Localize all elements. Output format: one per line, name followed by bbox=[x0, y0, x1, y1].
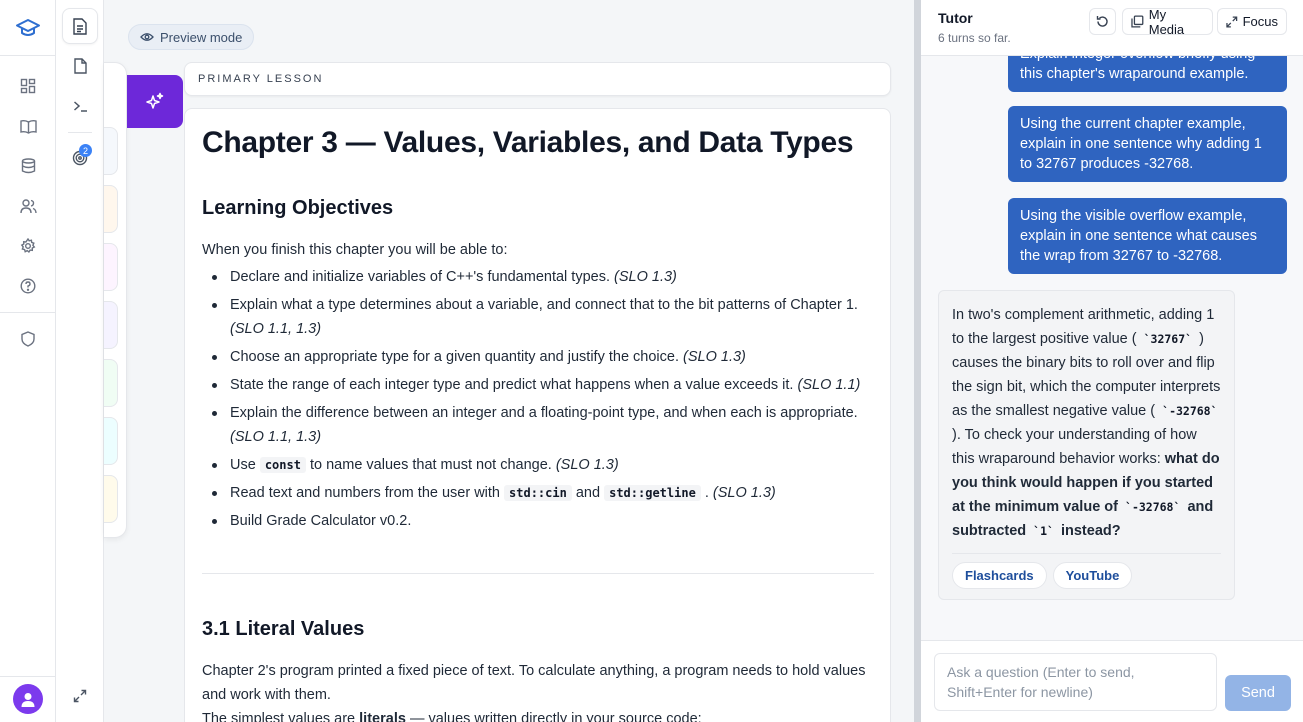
shield-icon[interactable] bbox=[14, 325, 42, 353]
graduation-cap-logo-icon[interactable] bbox=[0, 0, 56, 56]
settings-gear-icon[interactable] bbox=[14, 232, 42, 260]
list-item: Explain what a type determines about a v… bbox=[202, 293, 874, 341]
panel-resize-handle[interactable] bbox=[914, 0, 921, 722]
assistant-message: In two's complement arithmetic, adding 1… bbox=[938, 290, 1235, 600]
eye-icon bbox=[140, 33, 154, 41]
sparkle-icon bbox=[146, 92, 164, 109]
list-item: Use const to name values that must not c… bbox=[202, 453, 874, 477]
list-item: Explain the difference between an intege… bbox=[202, 401, 874, 449]
section-divider bbox=[202, 573, 874, 574]
preview-mode-label: Preview mode bbox=[160, 29, 243, 45]
media-icon bbox=[1131, 15, 1144, 28]
dashboard-icon[interactable] bbox=[14, 72, 42, 100]
terminal-icon[interactable] bbox=[62, 88, 98, 124]
chat-thread: Explain integer overflow briefly using t… bbox=[921, 56, 1303, 640]
my-media-button[interactable]: My Media bbox=[1122, 6, 1213, 37]
objectives-heading: Learning Objectives bbox=[202, 197, 394, 219]
user-message: Explain integer overflow briefly using t… bbox=[1008, 56, 1287, 92]
lesson-content: Chapter 3 — Values, Variables, and Data … bbox=[184, 108, 891, 722]
list-item: Read text and numbers from the user with… bbox=[202, 481, 874, 505]
my-media-label: My Media bbox=[1148, 6, 1185, 37]
focus-label: Focus bbox=[1242, 14, 1278, 29]
expand-icon[interactable] bbox=[62, 678, 98, 714]
chapter-title: Chapter 3 — Values, Variables, and Data … bbox=[202, 126, 854, 159]
list-item: Choose an appropriate type for a given q… bbox=[202, 345, 874, 369]
primary-lesson-label: PRIMARY LESSON bbox=[184, 62, 891, 96]
tutor-turns: 6 turns so far. bbox=[938, 31, 1011, 45]
user-message: Using the current chapter example, expla… bbox=[1008, 106, 1287, 182]
target-goals-icon[interactable]: 2 bbox=[62, 140, 98, 176]
user-message: Using the visible overflow example, expl… bbox=[1008, 198, 1287, 274]
tutor-panel: Tutor 6 turns so far. My Media Focus Exp… bbox=[921, 0, 1303, 722]
focus-button[interactable]: Focus bbox=[1217, 8, 1287, 35]
ask-question-input[interactable] bbox=[934, 653, 1217, 711]
section-paragraph: Chapter 2's program printed a fixed piec… bbox=[202, 663, 866, 703]
inline-code: const bbox=[259, 457, 306, 473]
youtube-chip[interactable]: YouTube bbox=[1052, 562, 1133, 589]
list-item: State the range of each integer type and… bbox=[202, 373, 874, 397]
tutor-header: Tutor 6 turns so far. My Media Focus bbox=[921, 0, 1303, 56]
inline-code: std::getline bbox=[604, 485, 701, 501]
help-circle-icon[interactable] bbox=[14, 272, 42, 300]
inline-code: std::cin bbox=[504, 485, 572, 501]
users-icon[interactable] bbox=[14, 192, 42, 220]
database-icon[interactable] bbox=[14, 152, 42, 180]
flashcards-chip[interactable]: Flashcards bbox=[952, 562, 1047, 589]
reset-button[interactable] bbox=[1089, 8, 1116, 35]
goals-count-badge: 2 bbox=[79, 144, 92, 157]
collapsed-card[interactable] bbox=[104, 243, 118, 291]
tutor-title: Tutor bbox=[938, 10, 973, 26]
file-icon[interactable] bbox=[62, 48, 98, 84]
collapsed-card[interactable] bbox=[104, 359, 118, 407]
collapsed-panel-strip[interactable] bbox=[104, 62, 127, 538]
refresh-icon bbox=[1096, 16, 1108, 27]
collapsed-card[interactable] bbox=[104, 417, 118, 465]
list-item: Build Grade Calculator v0.2. bbox=[202, 509, 874, 533]
collapsed-card[interactable] bbox=[104, 185, 118, 233]
collapsed-card[interactable] bbox=[104, 301, 118, 349]
tool-sidebar: 2 bbox=[56, 0, 104, 722]
lesson-document-icon[interactable] bbox=[62, 8, 98, 44]
objectives-intro: When you finish this chapter you will be… bbox=[202, 242, 508, 258]
objectives-list: Declare and initialize variables of C++'… bbox=[202, 265, 874, 537]
expand-arrows-icon bbox=[1226, 16, 1238, 27]
collapsed-card[interactable] bbox=[104, 475, 118, 523]
composer: Send bbox=[921, 640, 1303, 722]
section-paragraph-2: The simplest values are literals — value… bbox=[202, 711, 702, 722]
section-heading: 3.1 Literal Values bbox=[202, 618, 365, 640]
user-avatar[interactable] bbox=[13, 684, 43, 714]
send-button[interactable]: Send bbox=[1225, 675, 1291, 711]
collapsed-card[interactable] bbox=[104, 127, 118, 175]
message-separator bbox=[952, 553, 1221, 554]
book-open-icon[interactable] bbox=[14, 112, 42, 140]
ai-sparkle-button[interactable] bbox=[127, 75, 183, 128]
list-item: Declare and initialize variables of C++'… bbox=[202, 265, 874, 289]
app-rail bbox=[0, 0, 56, 722]
preview-mode-pill[interactable]: Preview mode bbox=[128, 24, 255, 50]
